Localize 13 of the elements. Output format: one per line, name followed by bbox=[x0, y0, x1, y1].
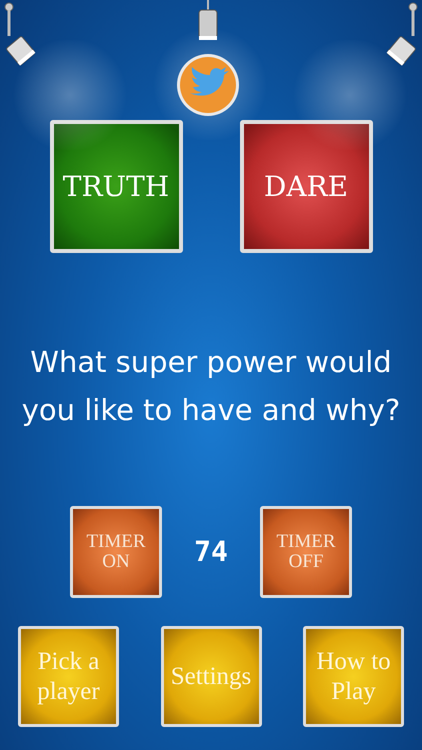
timer-value: 74 bbox=[193, 534, 229, 570]
menu-button[interactable]: Pick a player bbox=[18, 626, 119, 727]
truth-button[interactable]: TRUTH bbox=[50, 120, 182, 253]
bird-icon[interactable] bbox=[176, 53, 240, 117]
timer-on-button[interactable]: TIMER ON bbox=[70, 506, 162, 598]
spotlight-icon bbox=[384, 2, 420, 66]
question-text: What super power would you like to have and why? bbox=[20, 344, 402, 429]
menu-button[interactable]: How to Play bbox=[303, 626, 404, 727]
menu-button[interactable]: Settings bbox=[160, 626, 262, 727]
timer-off-button[interactable]: TIMER OFF bbox=[260, 506, 352, 598]
spotlight-icon bbox=[196, 0, 220, 42]
dare-button[interactable]: DARE bbox=[240, 120, 372, 253]
spotlight-icon bbox=[2, 2, 38, 66]
